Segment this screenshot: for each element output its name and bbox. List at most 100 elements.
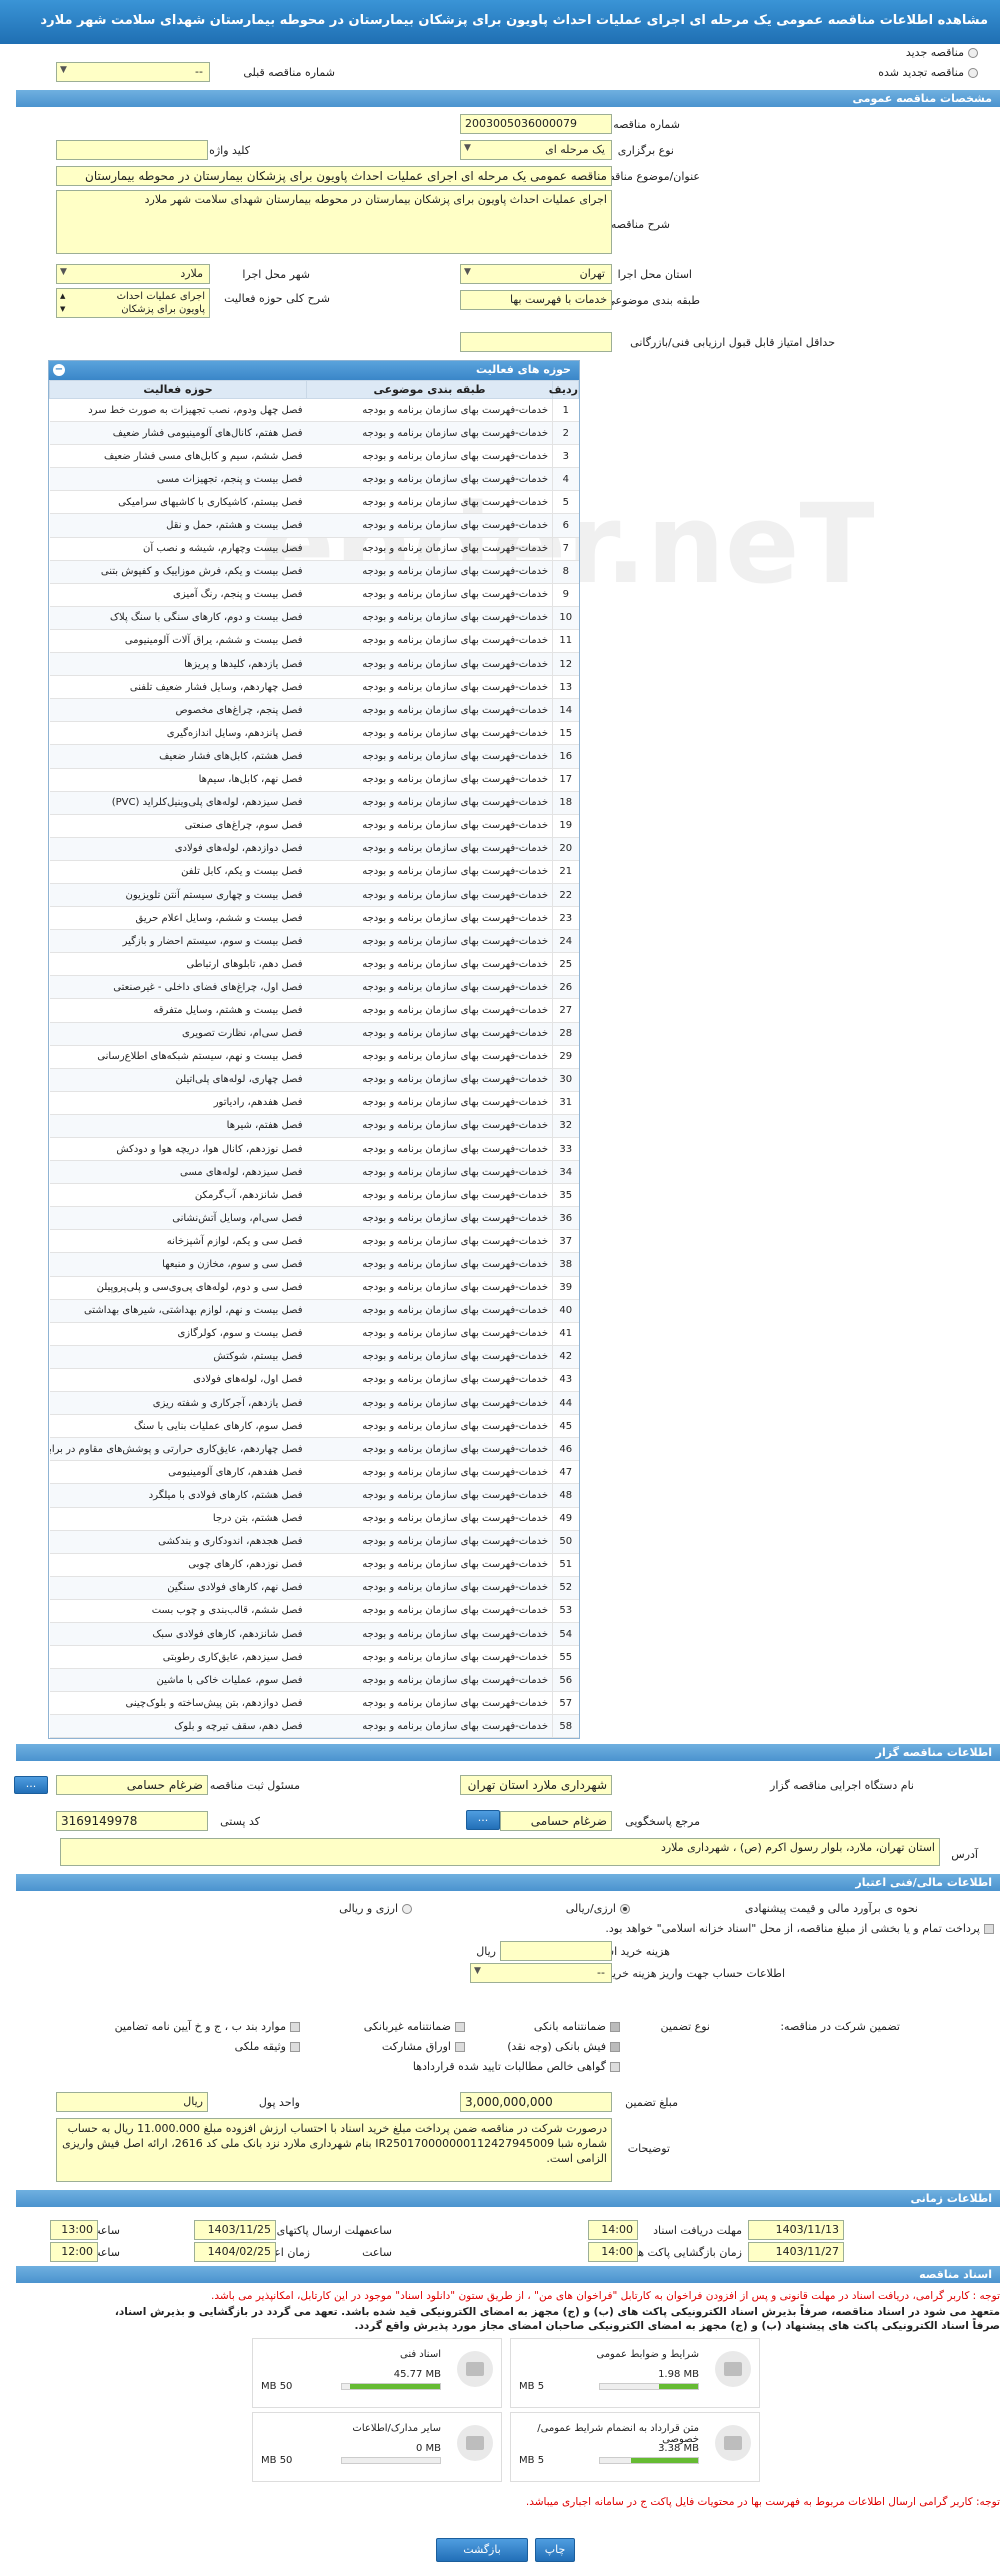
validity-date[interactable]: 1404/02/25 bbox=[194, 2242, 276, 2262]
g-items-option[interactable]: موارد بند ب ، ج و خ آیین نامه تضامین bbox=[115, 2020, 300, 2033]
submit-time[interactable]: 13:00 bbox=[50, 2220, 98, 2240]
open-time[interactable]: 14:00 bbox=[588, 2242, 638, 2262]
g-property-option[interactable]: وثیقه ملکی bbox=[235, 2040, 300, 2053]
row-field: فصل بیست و دوم، کارهای سنگی با سنگ پلاک bbox=[49, 606, 307, 630]
row-field: فصل هجدهم، اندودکاری و بندکشی bbox=[49, 1530, 307, 1554]
keyword-field[interactable] bbox=[56, 140, 208, 160]
province-select[interactable]: تهران ▼ bbox=[460, 264, 612, 284]
g-bonds-option[interactable]: اوراق مشارکت bbox=[382, 2040, 465, 2053]
row-field: فصل سی و دوم، لوله‌های پی‌وی‌سی و پلی‌پر… bbox=[49, 1276, 307, 1300]
doc-file-usage-fill bbox=[631, 2458, 698, 2463]
rial-label: ارزی/ریالی bbox=[565, 1902, 616, 1915]
validity-time[interactable]: 12:00 bbox=[50, 2242, 98, 2262]
guarantee-label: تضمین شرکت در مناقصه: bbox=[780, 2020, 900, 2033]
renew-tender-radio[interactable] bbox=[968, 68, 978, 78]
scope-list[interactable]: اجرای عملیات احداث پاویون برای پزشکان ▲ ▼ bbox=[56, 288, 210, 318]
title-field[interactable]: مناقصه عمومی یک مرحله ای اجرای عملیات اح… bbox=[56, 166, 612, 186]
unit-field[interactable]: ریال bbox=[56, 2092, 208, 2112]
g-claims-option[interactable]: گواهی خالص مطالبات تایید شده قراردادها bbox=[413, 2060, 620, 2073]
row-field: فصل دوازدهم، لوله‌های فولادی bbox=[49, 837, 307, 861]
activity-table: ردیف طبقه بندی موضوعی حوزه فعالیت 1 خدمات… bbox=[49, 380, 579, 1739]
row-field: فصل نوزدهم، کانال هوا، دریچه هوا و دودکش bbox=[49, 1137, 307, 1162]
new-tender-option[interactable]: مناقصه جدید bbox=[906, 46, 978, 59]
receive-date[interactable]: 1403/11/13 bbox=[748, 2220, 844, 2240]
new-tender-radio[interactable] bbox=[968, 48, 978, 58]
row-category: خدمات-فهرست بهای سازمان برنامه و بودجه bbox=[306, 490, 553, 515]
doc-file-card[interactable]: متن قرارداد به انضمام شرایط عمومی/خصوصی 3… bbox=[510, 2412, 760, 2482]
address-field[interactable]: استان تهران، ملارد، بلوار رسول اکرم (ص) … bbox=[60, 1838, 940, 1866]
ref-more-button[interactable]: ... bbox=[466, 1810, 500, 1830]
receive-time[interactable]: 14:00 bbox=[588, 2220, 638, 2240]
back-button[interactable]: بازگشت bbox=[436, 2538, 528, 2562]
g-property-checkbox[interactable] bbox=[290, 2042, 300, 2052]
guarantee-type-label: نوع تضمین bbox=[660, 2020, 710, 2033]
opt-currency[interactable]: ارزی و ریالی bbox=[339, 1902, 412, 1915]
row-field: فصل شانزدهم، کارهای فولادی سبک bbox=[49, 1622, 307, 1647]
doc-fee-field[interactable] bbox=[500, 1941, 612, 1961]
g-bank-option[interactable]: ضمانتنامه بانکی bbox=[534, 2020, 620, 2033]
table-row: 58 خدمات-فهرست بهای سازمان برنامه و بودجه… bbox=[49, 1714, 579, 1739]
resp-more-button[interactable]: ... bbox=[14, 1776, 48, 1794]
row-field: فصل هفدهم، رادیاتور bbox=[49, 1091, 307, 1115]
row-category: خدمات-فهرست بهای سازمان برنامه و بودجه bbox=[306, 1276, 553, 1300]
postal-field[interactable]: 3169149978 bbox=[56, 1811, 208, 1831]
amount-label: مبلغ تضمین bbox=[625, 2096, 678, 2109]
row-category: خدمات-فهرست بهای سازمان برنامه و بودجه bbox=[306, 1668, 553, 1693]
scroll-arrows-icon[interactable]: ▲ ▼ bbox=[60, 290, 65, 316]
table-row: 39 خدمات-فهرست بهای سازمان برنامه و بودجه… bbox=[49, 1276, 579, 1300]
activity-grid: حوزه های فعالیت − ردیف طبقه بندی موضوعی ح… bbox=[48, 360, 580, 1740]
keyword-label: کلید واژه bbox=[209, 144, 250, 157]
city-select[interactable]: ملارد ▼ bbox=[56, 264, 210, 284]
number-field[interactable]: 2003005036000079 bbox=[460, 114, 612, 134]
print-button[interactable]: چاپ bbox=[535, 2538, 575, 2562]
table-row: 17 خدمات-فهرست بهای سازمان برنامه و بودجه… bbox=[49, 768, 579, 792]
g-items-checkbox[interactable] bbox=[290, 2022, 300, 2032]
row-category: خدمات-فهرست بهای سازمان برنامه و بودجه bbox=[306, 1229, 553, 1254]
amount-field[interactable]: 3,000,000,000 bbox=[460, 2092, 612, 2112]
g-bank-checkbox[interactable] bbox=[610, 2022, 620, 2032]
row-field: فصل بیست و سوم، سیستم احضار و بازگیر bbox=[49, 929, 307, 954]
row-category: خدمات-فهرست بهای سازمان برنامه و بودجه bbox=[306, 1206, 553, 1231]
open-date[interactable]: 1403/11/27 bbox=[748, 2242, 844, 2262]
g-nonbank-option[interactable]: ضمانتنامه غیربانکی bbox=[364, 2020, 465, 2033]
doc-file-card[interactable]: اسناد فنی 45.77 MB 50 MB bbox=[252, 2338, 502, 2408]
table-row: 42 خدمات-فهرست بهای سازمان برنامه و بودجه… bbox=[49, 1345, 579, 1369]
table-row: 9 خدمات-فهرست بهای سازمان برنامه و بودجه ف… bbox=[49, 583, 579, 607]
open-time-label: ساعت bbox=[362, 2246, 392, 2259]
notes-field[interactable]: درصورت شرکت در مناقصه ضمن پرداخت مبلغ خر… bbox=[56, 2118, 612, 2182]
desc-field[interactable]: اجرای عملیات احداث پاویون برای پزشکان بی… bbox=[56, 190, 612, 254]
scope-label: شرح کلی حوزه فعالیت bbox=[224, 292, 330, 305]
resp-field[interactable]: ضرغام حسامی bbox=[56, 1775, 208, 1795]
g-cash-option[interactable]: فیش بانکی (وجه نقد) bbox=[507, 2040, 620, 2053]
row-field: فصل نهم، کابل‌ها، سیم‌ها bbox=[49, 768, 307, 792]
submit-date[interactable]: 1403/11/25 bbox=[194, 2220, 276, 2240]
ref-field[interactable]: ضرغام حسامی bbox=[500, 1811, 612, 1831]
row-category: خدمات-فهرست بهای سازمان برنامه و بودجه bbox=[306, 1160, 553, 1185]
row-number: 40 bbox=[552, 1299, 579, 1323]
account-select[interactable]: -- ▼ bbox=[470, 1963, 612, 1983]
g-bonds-checkbox[interactable] bbox=[455, 2042, 465, 2052]
g-cash-checkbox[interactable] bbox=[610, 2042, 620, 2052]
min-score-field[interactable] bbox=[460, 332, 612, 352]
table-row: 11 خدمات-فهرست بهای سازمان برنامه و بودجه… bbox=[49, 629, 579, 654]
payment-checkbox[interactable] bbox=[984, 1924, 994, 1934]
rial-radio[interactable] bbox=[620, 1904, 630, 1914]
opt-rial[interactable]: ارزی/ریالی bbox=[566, 1902, 630, 1915]
category-field[interactable]: خدمات با فهرست بها bbox=[460, 290, 612, 310]
currency-radio[interactable] bbox=[402, 1904, 412, 1914]
type-select[interactable]: یک مرحله ای ▼ bbox=[460, 140, 612, 160]
row-number: 14 bbox=[552, 698, 579, 723]
chevron-down-icon: ▼ bbox=[464, 267, 471, 277]
renew-tender-option[interactable]: مناقصه تجدید شده bbox=[878, 66, 978, 79]
doc-file-card[interactable]: شرایط و ضوابط عمومی 1.98 MB 5 MB bbox=[510, 2338, 760, 2408]
prev-number-select[interactable]: -- ▼ bbox=[56, 62, 210, 82]
collapse-icon[interactable]: − bbox=[53, 364, 65, 376]
org-field[interactable]: شهرداری ملارد استان تهران bbox=[460, 1775, 612, 1795]
row-field: فصل بیست و هشتم، وسایل متفرقه bbox=[49, 998, 307, 1023]
docs-note-3: صرفاً اسناد الکترونیکی پاکت های پیشنهاد … bbox=[354, 2320, 1000, 2332]
g-nonbank-checkbox[interactable] bbox=[455, 2022, 465, 2032]
row-field: فصل بیست و یکم، کابل تلفن bbox=[49, 860, 307, 884]
g-claims-checkbox[interactable] bbox=[610, 2062, 620, 2072]
doc-file-card[interactable]: سایر مدارک/اطلاعات 0 MB 50 MB bbox=[252, 2412, 502, 2482]
row-number: 10 bbox=[552, 606, 579, 630]
